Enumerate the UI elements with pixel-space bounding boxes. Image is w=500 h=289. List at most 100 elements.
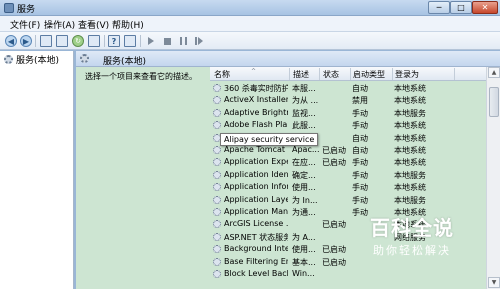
service-row[interactable]: Adobe Flash Pla... 此服... 手动 本地系统 (210, 119, 486, 131)
column-header-status[interactable]: 状态 (323, 69, 339, 80)
service-name: Application Iden... (224, 169, 288, 179)
service-name-tooltip: Alipay security service (220, 133, 319, 146)
export-list-icon[interactable] (88, 35, 100, 47)
service-status: 已启动 (322, 158, 346, 168)
scroll-thumb[interactable] (489, 87, 499, 117)
service-gear-icon (213, 121, 221, 130)
service-description: 此服... (292, 121, 316, 131)
title-bar[interactable]: 服务 ─ □ ✕ (0, 0, 500, 16)
service-name: 360 杀毒实时防护... (224, 84, 288, 93)
tree-item-services-local[interactable]: 服务(本地) (4, 53, 60, 66)
close-button[interactable]: ✕ (472, 1, 498, 14)
gear-icon (80, 54, 89, 63)
service-description: 确定... (292, 170, 316, 180)
service-status: 已启动 (322, 146, 346, 155)
service-row[interactable]: Adaptive Brightn... 监视... 手动 本地服务 (210, 107, 486, 119)
menu-action[interactable]: 操作(A) (44, 18, 75, 31)
service-row[interactable]: Application Infor... 使用... 手动 本地系统 (210, 181, 486, 193)
service-status: 已启动 (322, 245, 346, 255)
service-description: 为通... (292, 208, 316, 217)
tree-item-label: 服务(本地) (16, 55, 60, 66)
refresh-icon[interactable]: ↻ (72, 35, 84, 47)
vertical-scrollbar[interactable]: ▲ ▼ (486, 67, 500, 289)
service-gear-icon (213, 245, 221, 254)
service-description: 为 In... (292, 195, 318, 205)
watermark: 百科全说 助你轻松解决 (348, 208, 476, 264)
service-startup-type: 手动 (352, 121, 368, 131)
properties-icon[interactable] (56, 35, 68, 47)
pause-service-icon[interactable] (177, 35, 189, 47)
service-startup-type: 手动 (352, 195, 368, 205)
service-row[interactable]: Application Expe... 在应... 已启动手动 本地系统 (210, 156, 486, 168)
service-startup-type: 手动 (352, 170, 368, 180)
toolbar: ◀ ▶ ↻ ? (0, 32, 500, 50)
service-name: Application Laye... (224, 194, 288, 204)
restart-service-icon[interactable] (193, 35, 205, 47)
service-description: 监视... (292, 108, 316, 118)
service-name: Application Expe... (224, 157, 288, 167)
service-name: Block Level Back... (224, 269, 288, 278)
panel-header: 服务(本地) (76, 51, 500, 67)
column-header-name[interactable]: 名称 ^ (214, 68, 256, 80)
service-name: Application Infor... (224, 182, 288, 192)
menu-view[interactable]: 查看(V) (78, 18, 109, 31)
minimize-button[interactable]: ─ (428, 1, 450, 14)
service-logon-as: 本地服务 (394, 195, 426, 205)
service-row[interactable]: 360 杀毒实时防护... 本服... 自动 本地系统 (210, 82, 486, 94)
service-name: ArcGIS License ... (224, 219, 288, 229)
scroll-up-icon[interactable]: ▲ (488, 67, 500, 78)
service-name: Base Filtering En... (224, 256, 288, 266)
action-pane-icon[interactable] (124, 35, 136, 47)
service-name: Application Man... (224, 207, 288, 216)
service-name: Apache Tomcat ... (224, 145, 288, 154)
service-gear-icon (213, 183, 221, 192)
service-description: 在应... (292, 158, 316, 168)
service-gear-icon (213, 257, 221, 266)
service-logon-as: 本地系统 (394, 158, 426, 168)
column-header-description[interactable]: 描述 (293, 69, 309, 80)
stop-service-icon[interactable] (161, 35, 173, 47)
service-gear-icon (213, 96, 221, 105)
service-description: 本服... (292, 84, 316, 93)
services-app-icon (4, 3, 14, 13)
back-arrow-icon[interactable]: ◀ (5, 35, 17, 47)
service-startup-type: 自动 (352, 133, 368, 143)
service-name: Adobe Flash Pla... (224, 120, 288, 130)
description-pane: 选择一个项目来查看它的描述。 (76, 67, 210, 289)
service-startup-type: 自动 (352, 84, 368, 93)
service-description: 为从 ... (292, 96, 319, 106)
service-gear-icon (213, 170, 221, 179)
service-row[interactable]: Block Level Back... Win... (210, 268, 486, 280)
column-header-startup-type[interactable]: 启动类型 (353, 69, 385, 80)
service-startup-type: 手动 (352, 108, 368, 118)
start-service-icon[interactable] (145, 35, 157, 47)
service-name: ActiveX Installer ... (224, 95, 288, 105)
help-icon[interactable]: ? (108, 35, 120, 47)
console-tree-icon[interactable] (40, 35, 52, 47)
column-header-logon-as[interactable]: 登录为 (395, 69, 419, 80)
service-description: Apac... (292, 145, 319, 154)
menu-help[interactable]: 帮助(H) (112, 18, 144, 31)
service-status: 已启动 (322, 220, 346, 230)
service-gear-icon (213, 108, 221, 117)
description-prompt: 选择一个项目来查看它的描述。 (85, 72, 197, 81)
service-logon-as: 本地服务 (394, 170, 426, 180)
service-row[interactable]: Application Laye... 为 In... 手动 本地服务 (210, 194, 486, 206)
service-row[interactable]: ActiveX Installer ... 为从 ... 禁用 本地系统 (210, 94, 486, 106)
scroll-down-icon[interactable]: ▼ (488, 277, 500, 288)
service-gear-icon (213, 220, 221, 229)
watermark-title: 百科全说 (370, 216, 454, 240)
maximize-button[interactable]: □ (450, 1, 472, 14)
panel-title: 服务(本地) (103, 57, 147, 67)
menu-bar: 文件(F) 操作(A) 查看(V) 帮助(H) (0, 16, 500, 32)
gear-icon (4, 54, 13, 64)
service-gear-icon (213, 208, 221, 216)
forward-arrow-icon[interactable]: ▶ (20, 35, 32, 47)
menu-file[interactable]: 文件(F) (10, 18, 40, 31)
service-description: 使用... (292, 245, 316, 255)
service-gear-icon (213, 84, 221, 92)
service-logon-as: 本地系统 (394, 133, 426, 143)
service-startup-type: 自动 (352, 146, 368, 155)
service-logon-as: 本地系统 (394, 121, 426, 131)
service-row[interactable]: Application Iden... 确定... 手动 本地服务 (210, 169, 486, 181)
